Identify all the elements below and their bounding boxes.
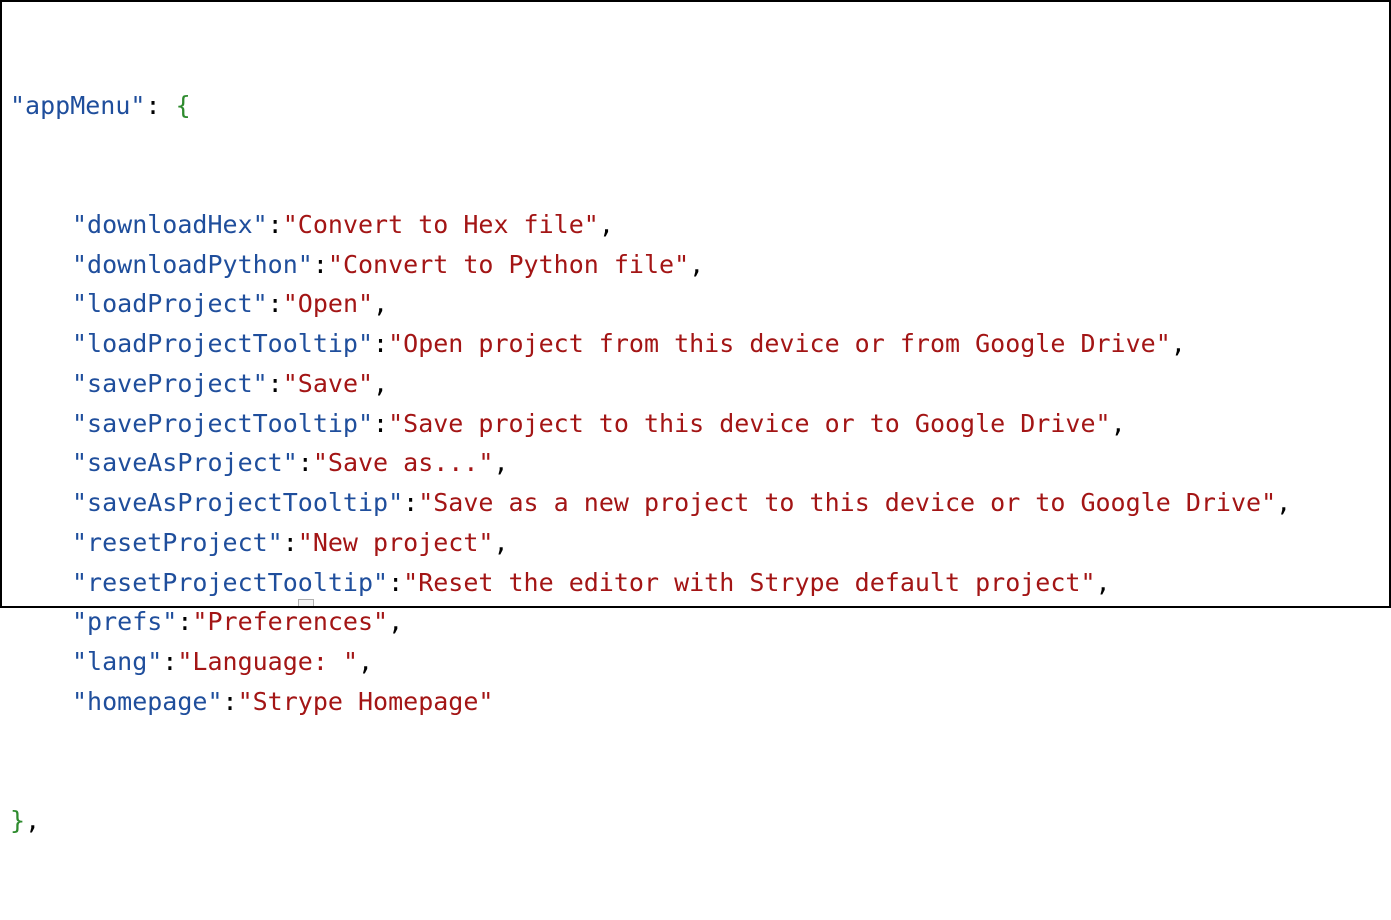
open-brace: { [175, 90, 191, 120]
entry-colon: : [162, 647, 178, 676]
code-line: "saveProjectTooltip":"Save project to th… [10, 404, 1291, 444]
entry-key: "loadProject" [72, 289, 268, 319]
entry-key: "downloadPython" [72, 249, 313, 279]
entry-value: "Save as a new project to this device or… [418, 488, 1277, 517]
entry-value: "Open project from this device or from G… [388, 329, 1171, 358]
trailing-comma: , [25, 806, 41, 835]
entry-value: "Preferences" [192, 607, 389, 637]
code-line: "saveAsProject":"Save as...", [10, 443, 1291, 483]
code-line-open: "appMenu": { [10, 86, 1291, 126]
entry-comma: , [598, 209, 614, 239]
entry-key: "saveAsProject" [72, 448, 298, 478]
code-editor-frame: "appMenu": { "downloadHex":"Convert to H… [0, 0, 1391, 835]
entry-comma: , [1276, 488, 1292, 517]
entry-colon: : [222, 686, 238, 716]
code-line: "resetProject":"New project", [10, 523, 1291, 563]
entry-value: "Convert to Python file" [327, 249, 690, 279]
entry-colon: : [297, 448, 313, 478]
code-line-close: }, [10, 801, 1291, 841]
entry-comma: , [1095, 567, 1111, 597]
entry-comma: , [373, 368, 389, 398]
code-view[interactable]: "appMenu": { "downloadHex":"Convert to H… [10, 6, 1291, 920]
entry-key: "saveProjectTooltip" [72, 408, 374, 438]
entry-value: "New project" [297, 527, 494, 557]
entry-value: "Strype Homepage" [237, 686, 494, 716]
code-line: "loadProjectTooltip":"Open project from … [10, 324, 1291, 364]
code-line: "homepage":"Strype Homepage" [10, 682, 1291, 722]
code-line: "resetProjectTooltip":"Reset the editor … [10, 563, 1291, 603]
code-line: "prefs":"Preferences", [10, 602, 1291, 642]
entry-value: "Language: " [177, 647, 358, 676]
colon: : [145, 90, 176, 120]
entry-colon: : [177, 607, 193, 637]
entry-comma: , [358, 647, 374, 676]
entry-comma: , [373, 289, 389, 319]
code-line: "lang":"Language: ", [10, 642, 1291, 682]
entry-key: "lang" [72, 647, 163, 676]
entry-value: "Save project to this device or to Googl… [388, 408, 1111, 438]
entry-colon: : [312, 249, 328, 279]
entry-colon: : [373, 329, 389, 358]
code-line: "loadProject":"Open", [10, 284, 1291, 324]
entry-colon: : [267, 368, 283, 398]
entry-key: "resetProject" [72, 527, 283, 557]
code-line: "downloadHex":"Convert to Hex file", [10, 205, 1291, 245]
entry-comma: , [388, 607, 404, 637]
entry-comma: , [1110, 408, 1126, 438]
entry-colon: : [267, 209, 283, 239]
entry-value: "Save as..." [312, 448, 494, 478]
entry-key: "saveProject" [72, 368, 268, 398]
entry-key: "saveAsProjectTooltip" [72, 488, 404, 517]
object-key: "appMenu" [10, 90, 146, 120]
entry-comma: , [1170, 329, 1186, 358]
code-line: "saveAsProjectTooltip":"Save as a new pr… [10, 483, 1291, 523]
code-line: "downloadPython":"Convert to Python file… [10, 245, 1291, 285]
entry-key: "downloadHex" [72, 209, 268, 239]
entry-key: "loadProjectTooltip" [72, 329, 374, 358]
entry-colon: : [282, 527, 298, 557]
entry-comma: , [493, 448, 509, 478]
entry-key: "homepage" [72, 686, 223, 716]
entry-value: "Save" [282, 368, 374, 398]
resize-grip-icon[interactable] [298, 599, 314, 606]
entry-key: "resetProjectTooltip" [72, 567, 389, 597]
entry-colon: : [267, 289, 283, 319]
entry-comma: , [493, 527, 509, 557]
entry-value: "Reset the editor with Strype default pr… [403, 567, 1096, 597]
code-entries: "downloadHex":"Convert to Hex file", "dow… [10, 205, 1291, 722]
close-brace: } [10, 806, 26, 835]
code-line: "saveProject":"Save", [10, 364, 1291, 404]
entry-colon: : [373, 408, 389, 438]
entry-key: "prefs" [72, 607, 178, 637]
entry-comma: , [689, 249, 705, 279]
entry-colon: : [403, 488, 419, 517]
entry-value: "Convert to Hex file" [282, 209, 599, 239]
entry-value: "Open" [282, 289, 374, 319]
entry-colon: : [388, 567, 404, 597]
